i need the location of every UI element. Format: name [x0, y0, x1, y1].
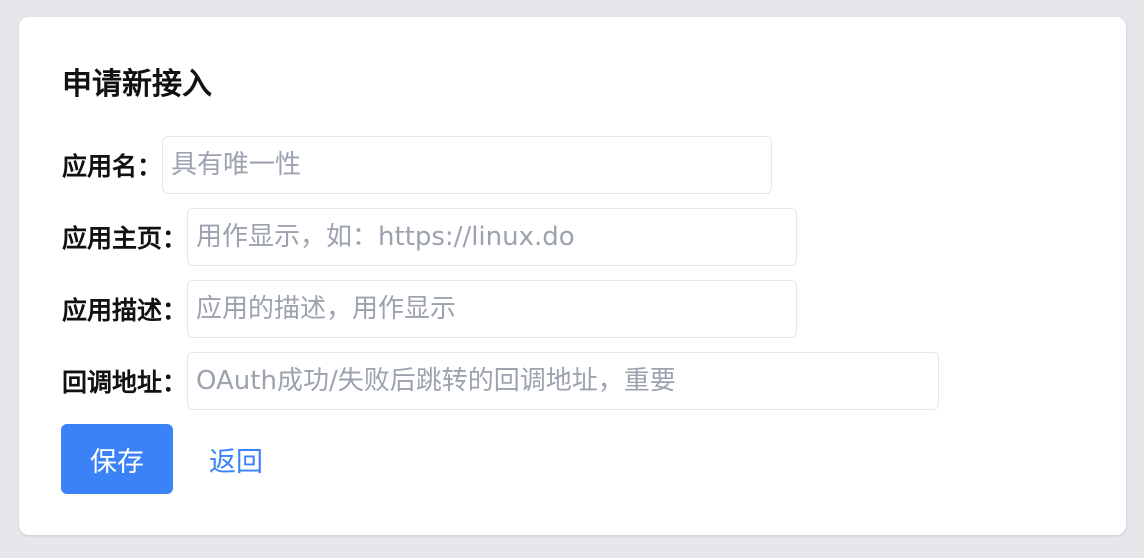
app-homepage-row: 应用主页：: [62, 208, 798, 266]
app-description-label: 应用描述：: [62, 296, 188, 325]
app-description-input[interactable]: [187, 280, 798, 338]
app-name-label: 应用名：: [62, 152, 163, 181]
back-button[interactable]: 返回: [209, 440, 263, 479]
app-homepage-input[interactable]: [187, 208, 798, 266]
callback-url-row: 回调地址：: [62, 352, 940, 410]
callback-url-label: 回调地址：: [62, 368, 188, 397]
form-actions: 保存 返回: [61, 424, 263, 494]
app-name-input[interactable]: [162, 136, 773, 194]
app-name-row: 应用名：: [62, 136, 773, 194]
app-homepage-label: 应用主页：: [62, 224, 188, 253]
application-form-card: 申请新接入 应用名： 应用主页： 应用描述： 回调地址： 保存 返回: [19, 17, 1126, 535]
page-title: 申请新接入: [62, 67, 212, 102]
app-description-row: 应用描述：: [62, 280, 798, 338]
save-button[interactable]: 保存: [61, 424, 173, 494]
callback-url-input[interactable]: [187, 352, 940, 410]
